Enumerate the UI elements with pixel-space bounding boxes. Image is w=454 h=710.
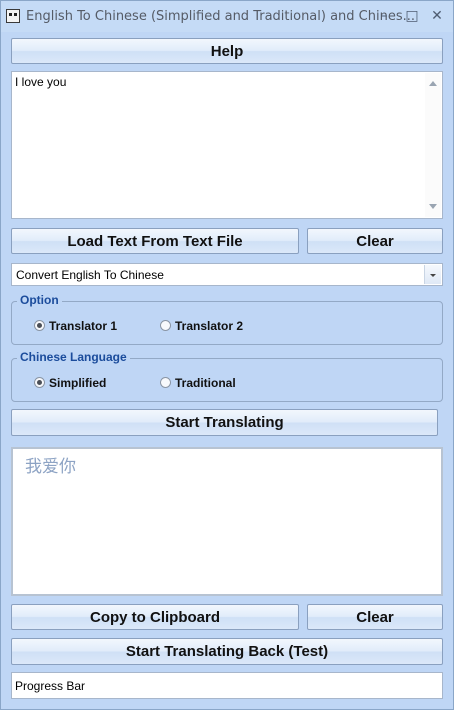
clear-output-button[interactable]: Clear (307, 604, 443, 630)
traditional-label[interactable]: Traditional (175, 376, 236, 390)
source-scrollbar[interactable] (425, 73, 441, 217)
direction-selected-value: Convert English To Chinese (16, 268, 164, 282)
progress-bar: Progress Bar (11, 672, 443, 699)
clear-input-button[interactable]: Clear (307, 228, 443, 254)
chevron-down-icon[interactable] (424, 265, 441, 284)
maximize-icon[interactable]: □ (400, 6, 424, 26)
option-group-legend: Option (17, 293, 62, 307)
translator-1-label[interactable]: Translator 1 (49, 319, 117, 333)
app-window: English To Chinese (Simplified and Tradi… (0, 0, 454, 710)
scroll-down-arrow-icon[interactable] (429, 204, 437, 209)
load-text-button[interactable]: Load Text From Text File (11, 228, 299, 254)
scroll-up-arrow-icon[interactable] (429, 81, 437, 86)
chinese-language-legend: Chinese Language (17, 350, 130, 364)
simplified-radio[interactable] (34, 377, 45, 388)
translate-back-button[interactable]: Start Translating Back (Test) (11, 638, 443, 665)
translation-output[interactable]: 我爱你 (11, 447, 443, 596)
translation-output-value: 我爱你 (25, 457, 76, 477)
translator-1-radio[interactable] (34, 320, 45, 331)
close-icon[interactable]: ✕ (425, 6, 449, 26)
help-button[interactable]: Help (11, 38, 443, 64)
chinese-language-group: Chinese Language Simplified Traditional (11, 350, 443, 402)
translator-2-radio[interactable] (160, 320, 171, 331)
direction-select[interactable]: Convert English To Chinese (11, 263, 443, 286)
start-translating-button[interactable]: Start Translating (11, 409, 438, 436)
source-text-value: I love you (15, 75, 67, 89)
title-bar[interactable]: English To Chinese (Simplified and Tradi… (1, 1, 453, 32)
progress-bar-label: Progress Bar (15, 679, 86, 693)
traditional-radio[interactable] (160, 377, 171, 388)
simplified-label[interactable]: Simplified (49, 376, 106, 390)
source-text-input[interactable]: I love you (11, 71, 443, 219)
minimize-icon[interactable]: – (372, 6, 396, 26)
panda-app-icon[interactable] (6, 9, 20, 23)
option-group: Option Translator 1 Translator 2 (11, 293, 443, 345)
window-title: English To Chinese (Simplified and Tradi… (26, 9, 416, 24)
translator-2-label[interactable]: Translator 2 (175, 319, 243, 333)
copy-clipboard-button[interactable]: Copy to Clipboard (11, 604, 299, 630)
